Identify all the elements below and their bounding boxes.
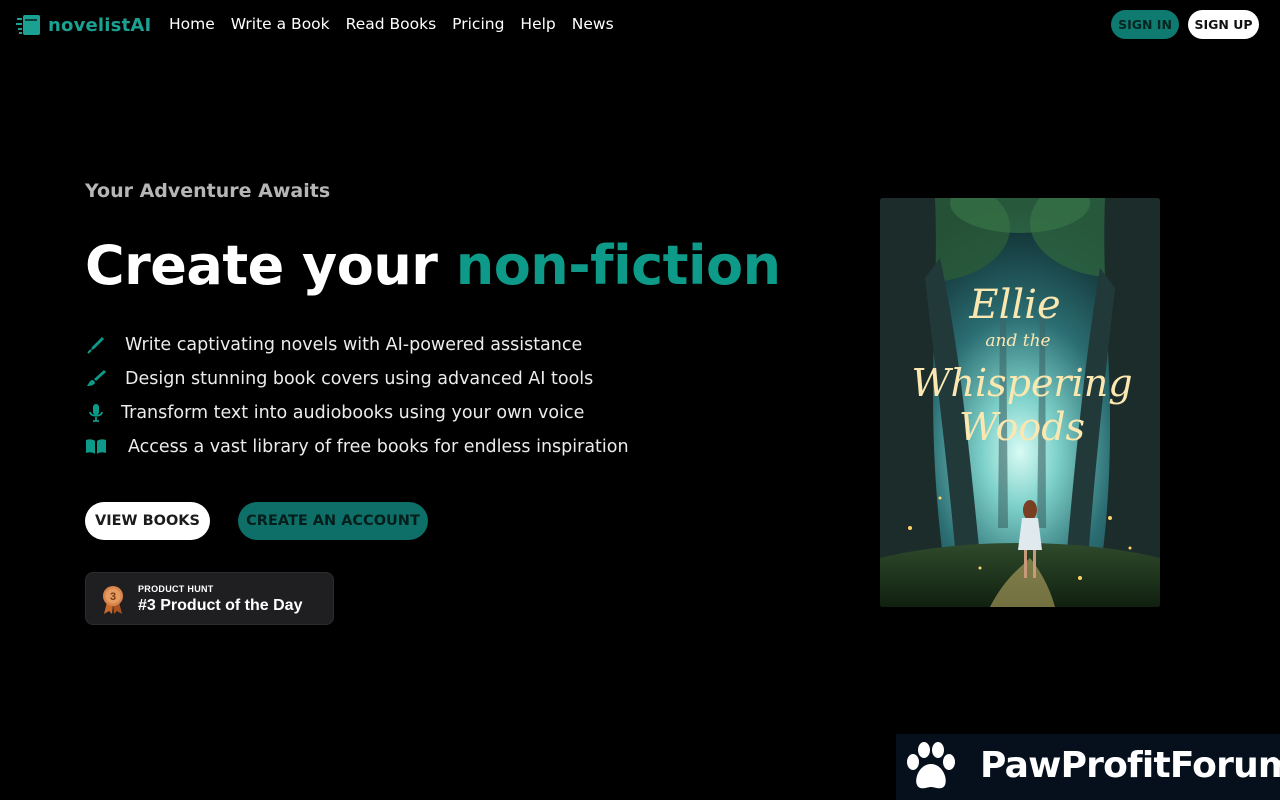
sign-in-button[interactable]: SIGN IN [1111,10,1179,39]
nav-link-news[interactable]: News [572,15,614,33]
hero-tagline: Your Adventure Awaits [85,180,331,202]
cover-title-line-3: Whispering [911,361,1132,405]
medal-rank: 3 [110,591,116,603]
nav-links: Home Write a Book Read Books Pricing Hel… [169,15,614,33]
headline-prefix: Create your [85,234,438,297]
product-hunt-title: #3 Product of the Day [138,597,303,614]
headline-accent: non-fiction [455,234,781,297]
top-navigation: novelistAI Home Write a Book Read Books … [0,0,1280,50]
brand-name: novelistAI [48,14,152,36]
feature-text: Transform text into audiobooks using you… [121,403,585,423]
feature-text: Write captivating novels with AI-powered… [125,335,583,355]
nav-link-home[interactable]: Home [169,15,215,33]
book-cover-image: Ellie and the Whispering Woods [880,198,1160,607]
product-hunt-badge[interactable]: 3 PRODUCT HUNT #3 Product of the Day [85,572,334,625]
hero-headline: Create your non-fiction [85,233,781,299]
cover-title-line-2: and the [985,331,1050,351]
paintbrush-icon [85,368,107,390]
feature-text: Design stunning book covers using advanc… [125,369,594,389]
feature-item: Write captivating novels with AI-powered… [85,328,629,362]
nav-link-read-books[interactable]: Read Books [346,15,437,33]
cover-title-line-4: Woods [959,405,1085,449]
feature-item: Design stunning book covers using advanc… [85,362,629,396]
nav-link-help[interactable]: Help [520,15,555,33]
paw-icon [907,742,955,789]
nav-link-pricing[interactable]: Pricing [452,15,504,33]
feature-item: Access a vast library of free books for … [85,430,629,464]
brand-logo[interactable]: novelistAI [16,12,151,38]
feature-text: Access a vast library of free books for … [128,437,629,457]
cover-title-line-1: Ellie [968,282,1060,328]
product-hunt-label: PRODUCT HUNT [138,584,214,594]
pen-icon [85,334,107,356]
feature-list: Write captivating novels with AI-powered… [85,328,629,464]
medal-icon: 3 [103,586,123,614]
nav-link-write-a-book[interactable]: Write a Book [231,15,330,33]
feature-item: Transform text into audiobooks using you… [85,396,629,430]
watermark-text: PawProfitForum [980,745,1280,786]
create-account-button[interactable]: CREATE AN ACCOUNT [238,502,428,540]
pawprofitforum-watermark: PawProfitForum [896,734,1280,800]
book-open-icon [85,436,107,458]
microphone-icon [85,402,107,424]
logo-book-icon [16,15,40,35]
view-books-button[interactable]: VIEW BOOKS [85,502,210,540]
sign-up-button[interactable]: SIGN UP [1188,10,1259,39]
